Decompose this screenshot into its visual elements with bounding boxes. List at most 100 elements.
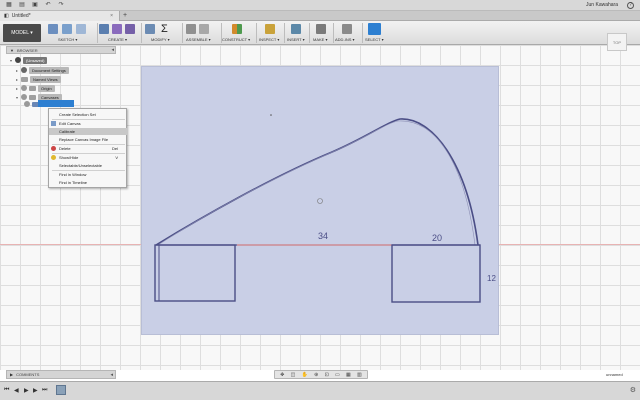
- pan-icon[interactable]: ✋: [302, 372, 308, 378]
- inspect-menu[interactable]: INSPECT ▾: [259, 37, 279, 42]
- addins-group[interactable]: ADD-INS ▾: [334, 23, 362, 43]
- construct-menu[interactable]: CONSTRUCT ▾: [222, 37, 250, 42]
- visibility-icon[interactable]: [21, 85, 27, 91]
- press-pull-icon[interactable]: [145, 24, 155, 34]
- menu-item-calibrate[interactable]: Calibrate: [49, 128, 128, 135]
- menu-item-find-in-timeline[interactable]: Find in Timeline: [49, 179, 128, 186]
- create-menu[interactable]: CREATE ▾: [108, 37, 127, 42]
- undo-icon[interactable]: ↶: [44, 2, 52, 9]
- browser-root[interactable]: ▾ (Unsaved): [10, 56, 48, 64]
- scripts-icon[interactable]: [342, 24, 352, 34]
- menu-item-delete[interactable]: Delete Del: [49, 145, 128, 152]
- insert-menu[interactable]: INSERT ▾: [287, 37, 305, 42]
- menu-item-label: Create Selection Set: [59, 112, 96, 117]
- sketch-curve: [155, 118, 479, 246]
- gear-icon[interactable]: ⚙: [630, 386, 636, 394]
- go-to-start-icon[interactable]: ⏮: [4, 387, 9, 394]
- go-to-end-icon[interactable]: ⏭: [42, 387, 47, 394]
- document-tab[interactable]: ◧ Untitled* ×: [0, 11, 120, 21]
- step-back-icon[interactable]: ◀: [14, 387, 19, 394]
- modify-group[interactable]: Σ MODIFY ▾: [143, 23, 181, 43]
- extrude-icon[interactable]: [99, 24, 109, 34]
- visibility-icon[interactable]: [24, 101, 30, 107]
- select-group[interactable]: SELECT ▾: [363, 23, 389, 43]
- visibility-icon[interactable]: [15, 57, 21, 63]
- toolbar-divider: [141, 23, 142, 43]
- comments-panel[interactable]: ▶ COMMENTS ◂: [6, 370, 116, 379]
- fit-icon[interactable]: ⊡: [325, 372, 329, 378]
- pin-icon[interactable]: ◂: [110, 372, 113, 378]
- user-name[interactable]: Jun Kawahara: [586, 2, 618, 8]
- make-group[interactable]: MAKE ▾: [310, 23, 332, 43]
- timeline-canvas-feature[interactable]: [56, 385, 66, 395]
- parameters-icon[interactable]: Σ: [161, 24, 171, 35]
- browser-title: BROWSER: [16, 47, 38, 53]
- sketch-menu[interactable]: SKETCH ▾: [58, 37, 77, 42]
- menu-item-find-in-window[interactable]: Find in Window: [49, 171, 128, 178]
- browser-header[interactable]: ▼ BROWSER ◂: [6, 46, 116, 54]
- insert-group[interactable]: INSERT ▾: [285, 23, 309, 43]
- expand-triangle-icon[interactable]: ▶: [10, 372, 13, 377]
- look-at-icon[interactable]: ◫: [291, 372, 296, 378]
- menu-item-label: Show/Hide: [59, 155, 79, 160]
- selected-canvas-highlight[interactable]: [38, 100, 74, 107]
- browser-item-label: Document Settings: [29, 66, 69, 74]
- line-icon[interactable]: [62, 24, 72, 34]
- 3d-print-icon[interactable]: [316, 24, 326, 34]
- zoom-icon[interactable]: ⊕: [314, 372, 318, 378]
- offset-plane-icon[interactable]: [232, 24, 242, 34]
- select-menu[interactable]: SELECT ▾: [365, 37, 384, 42]
- measure-icon[interactable]: [265, 24, 275, 34]
- modify-menu[interactable]: MODIFY ▾: [151, 37, 170, 42]
- make-menu[interactable]: MAKE ▾: [313, 37, 327, 42]
- select-arrow-icon[interactable]: [368, 23, 381, 35]
- close-tab-icon[interactable]: ×: [110, 13, 113, 19]
- save-icon[interactable]: ▣: [31, 2, 39, 9]
- rectangle-icon[interactable]: [76, 24, 86, 34]
- new-component-icon[interactable]: [186, 24, 196, 34]
- inspect-group[interactable]: INSPECT ▾: [257, 23, 285, 43]
- assemble-group[interactable]: ASSEMBLE ▾: [184, 23, 220, 43]
- browser-item-origin[interactable]: ▸ Origin: [16, 84, 55, 92]
- workspace-switcher[interactable]: MODEL ▾: [3, 24, 41, 42]
- new-tab-button[interactable]: +: [123, 12, 127, 20]
- addins-menu[interactable]: ADD-INS ▾: [335, 37, 355, 42]
- gear-icon: [21, 67, 27, 73]
- edit-canvas-icon: [51, 121, 56, 126]
- toolbar-divider: [97, 23, 98, 43]
- comments-title: COMMENTS: [16, 372, 40, 377]
- browser-item-label: Origin: [38, 84, 55, 92]
- collapse-triangle-icon[interactable]: ▼: [10, 48, 14, 53]
- display-settings-icon[interactable]: ▭: [335, 372, 340, 378]
- folder-icon: [29, 94, 36, 100]
- app-menu-icon[interactable]: ▦: [5, 2, 13, 9]
- canvas-image[interactable]: 34 20 12: [141, 66, 499, 335]
- redo-icon[interactable]: ↷: [57, 2, 65, 9]
- play-icon[interactable]: ▶: [24, 387, 29, 394]
- help-icon[interactable]: ?: [627, 2, 634, 9]
- box-icon[interactable]: [112, 24, 122, 34]
- sketch-group[interactable]: SKETCH ▾: [46, 23, 96, 43]
- file-icon[interactable]: ▤: [18, 2, 26, 9]
- joint-icon[interactable]: [199, 24, 209, 34]
- menu-item-edit-canvas[interactable]: Edit Canvas: [49, 120, 128, 127]
- construct-group[interactable]: CONSTRUCT ▾: [222, 23, 256, 43]
- create-group[interactable]: CREATE ▾: [99, 23, 139, 43]
- grid-settings-icon[interactable]: ▦: [346, 372, 351, 378]
- viewports-icon[interactable]: ▥: [357, 372, 362, 378]
- browser-item-document-settings[interactable]: ▸ Document Settings: [16, 66, 69, 74]
- create-sketch-icon[interactable]: [48, 24, 58, 34]
- menu-item-selectable[interactable]: Selectable/Unselectable: [49, 162, 128, 169]
- right-rectangle: [391, 244, 481, 303]
- assemble-menu[interactable]: ASSEMBLE ▾: [186, 37, 211, 42]
- viewcube[interactable]: TOP: [607, 33, 627, 51]
- browser-item-named-views[interactable]: ▸ Named Views: [16, 75, 61, 83]
- menu-item-replace-canvas-image-file[interactable]: Replace Canvas Image File: [49, 136, 128, 143]
- step-forward-icon[interactable]: ▶: [33, 387, 38, 394]
- menu-item-show-hide[interactable]: Show/Hide V: [49, 154, 128, 161]
- insert-image-icon[interactable]: [291, 24, 301, 34]
- form-icon[interactable]: [125, 24, 135, 34]
- orbit-icon[interactable]: ✥: [280, 372, 284, 378]
- menu-item-create-selection-set[interactable]: Create Selection Set: [49, 111, 128, 118]
- pin-icon[interactable]: ◂: [111, 47, 114, 53]
